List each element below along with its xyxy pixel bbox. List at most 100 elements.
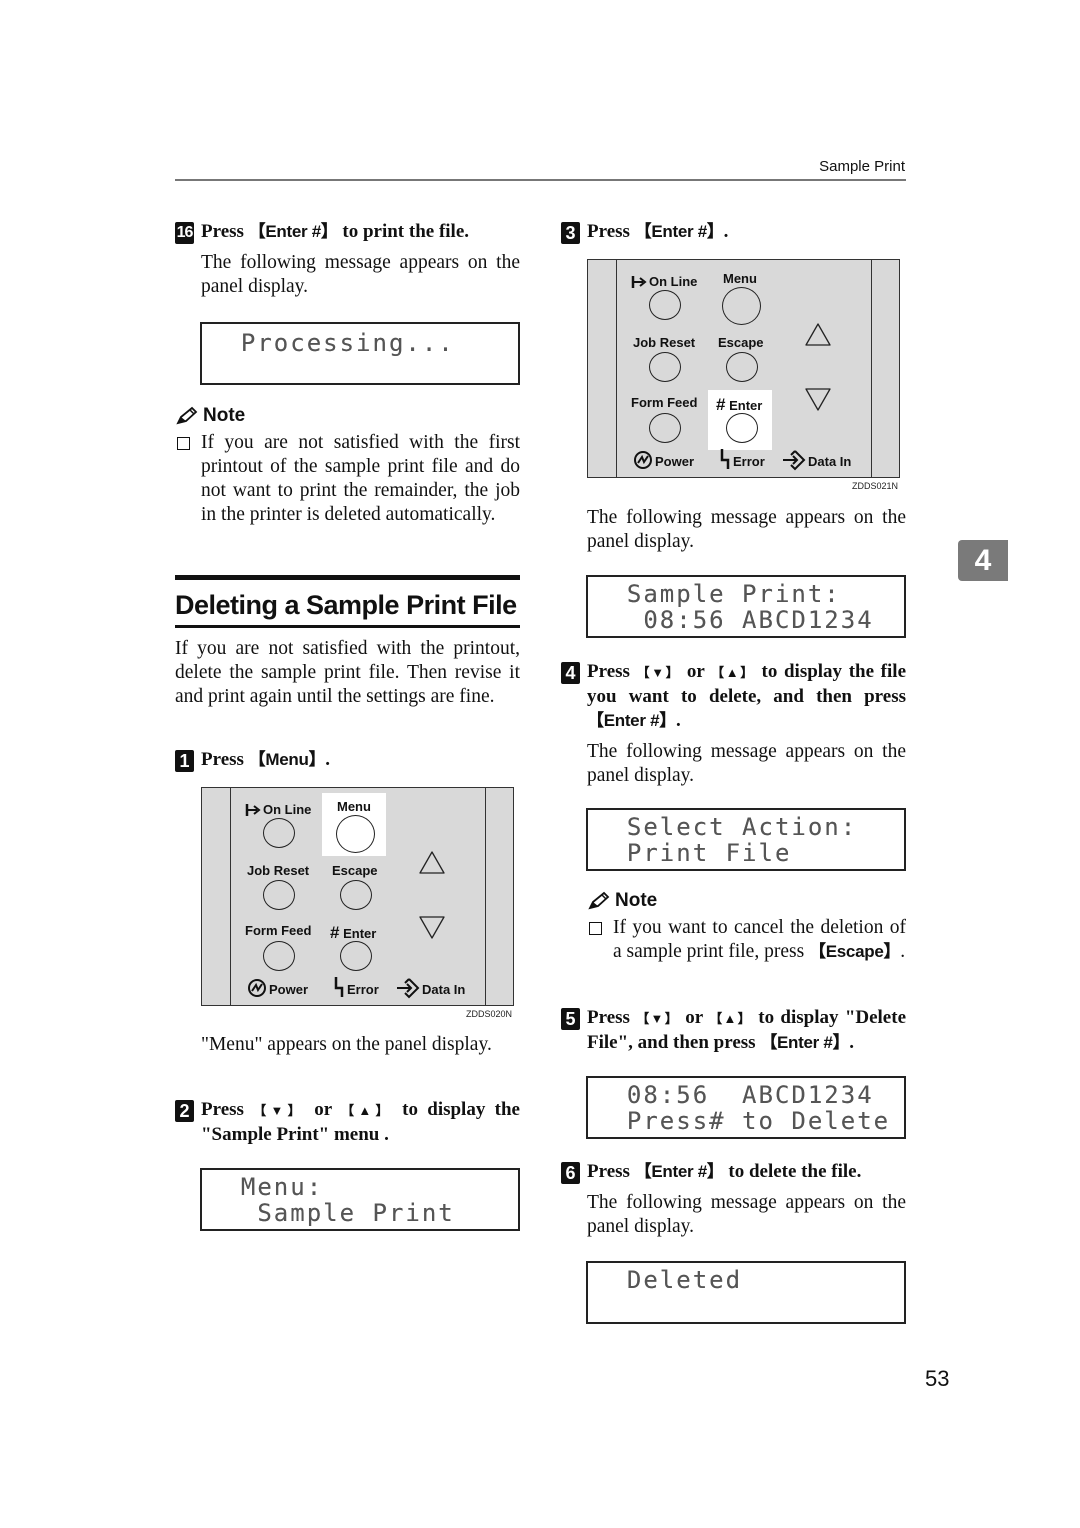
- error-icon: [334, 977, 344, 997]
- enter-button: [340, 941, 372, 971]
- up-arrow-icon: [805, 323, 831, 346]
- lcd-deleted: Deleted: [586, 1261, 906, 1324]
- lcd-line: Deleted: [594, 1266, 743, 1294]
- data-in-icon: [783, 450, 806, 471]
- online-button: [649, 290, 681, 320]
- key-menu: Menu: [249, 750, 326, 769]
- down-arrow-icon: [419, 916, 445, 939]
- step-16: 16 Press Enter # to print the file. The …: [175, 220, 520, 299]
- menu-button: [336, 815, 375, 853]
- step-5-instruction: 5 Press ▼ or ▲ to display "Delete File",…: [561, 1006, 906, 1055]
- note-heading: Note: [175, 405, 520, 427]
- up-arrow-icon: [419, 851, 445, 874]
- enter-button: [726, 413, 758, 443]
- lcd-line: Sample Print: [208, 1199, 455, 1227]
- step-6-body: The following message appears on the pan…: [587, 1192, 906, 1237]
- step-number: 3: [561, 222, 580, 244]
- step-3-instruction: 3 Press Enter #.: [561, 220, 906, 244]
- step-4-body: The following message appears on the pan…: [587, 741, 906, 786]
- running-head: Sample Print: [819, 158, 905, 175]
- label-job-reset: Job Reset: [633, 335, 696, 350]
- step-number: 16: [175, 222, 194, 244]
- online-arrow-icon: [631, 276, 647, 288]
- label-data-in: Data In: [422, 982, 466, 997]
- label-power: Power: [655, 454, 695, 469]
- step-4-instruction: 4 Press ▼ or ▲ to display the file you w…: [561, 660, 906, 733]
- step-6-instruction: 6 Press Enter # to delete the file.: [561, 1160, 906, 1184]
- step-2: 2 Press ▼ or ▲ to display the "Sample Pr…: [175, 1098, 520, 1147]
- form-feed-button: [263, 941, 295, 971]
- label-data-in: Data In: [808, 454, 852, 469]
- section-rule-bottom: [175, 625, 520, 628]
- hash-icon: #: [330, 923, 340, 942]
- pencil-icon: [588, 891, 610, 910]
- key-up: ▲: [341, 1103, 393, 1118]
- key-down: ▼: [253, 1103, 305, 1118]
- section-header: Deleting a Sample Print File: [175, 575, 520, 628]
- down-arrow-icon: [805, 388, 831, 411]
- lcd-line: 08:56 ABCD1234: [594, 606, 874, 634]
- label-enter: # Enter: [716, 395, 763, 414]
- pencil-icon: [176, 406, 198, 425]
- key-up: ▲: [709, 1011, 752, 1026]
- note-2: Note If you want to cancel the deletion …: [561, 890, 906, 964]
- lcd-line: 08:56 ABCD1234: [594, 1081, 874, 1109]
- job-reset-button: [649, 352, 681, 382]
- step-2-instruction: 2 Press ▼ or ▲ to display the "Sample Pr…: [175, 1098, 520, 1147]
- label-menu: Menu: [337, 799, 371, 814]
- lcd-press-to-delete: 08:56 ABCD1234 Press# to Delete: [586, 1076, 906, 1139]
- key-up: ▲: [711, 665, 755, 680]
- key-enter: Enter #: [587, 711, 676, 730]
- note-1: Note If you are not satisfied with the f…: [175, 405, 520, 527]
- online-button: [263, 818, 295, 848]
- note-item: If you want to cancel the deletion of a …: [587, 916, 906, 964]
- step-6: 6 Press Enter # to delete the file. The …: [561, 1160, 906, 1239]
- label-error: Error: [733, 454, 765, 469]
- section-title: Deleting a Sample Print File: [175, 590, 517, 620]
- step-5: 5 Press ▼ or ▲ to display "Delete File",…: [561, 1006, 906, 1055]
- control-panel-illustration: On Line Menu Job Reset Escape Form Feed …: [587, 259, 900, 478]
- lcd-processing: Processing...: [200, 322, 520, 385]
- step-number: 6: [561, 1162, 580, 1184]
- online-arrow-icon: [245, 804, 261, 816]
- escape-button: [726, 352, 758, 382]
- label-menu: Menu: [723, 271, 757, 286]
- key-down: ▼: [636, 1011, 679, 1026]
- power-icon: [634, 451, 652, 469]
- key-enter: Enter #: [249, 222, 338, 241]
- figure-code: ZDDS021N: [852, 481, 899, 491]
- job-reset-button: [263, 880, 295, 910]
- note-heading: Note: [561, 890, 906, 912]
- key-escape: Escape: [809, 942, 900, 961]
- label-enter: # Enter: [330, 923, 377, 942]
- label-online: On Line: [263, 802, 312, 817]
- lcd-line: Print File: [594, 839, 792, 867]
- lcd-line: Processing...: [208, 329, 455, 357]
- lcd-line: Select Action:: [594, 813, 858, 841]
- step-number: 2: [175, 1100, 194, 1122]
- label-form-feed: Form Feed: [631, 395, 698, 410]
- key-down: ▼: [637, 665, 681, 680]
- hash-icon: #: [716, 395, 726, 414]
- label-error: Error: [347, 982, 379, 997]
- key-enter: Enter #: [635, 222, 724, 241]
- lcd-line: Press# to Delete: [594, 1107, 891, 1135]
- step-1-body: "Menu" appears on the panel display.: [201, 1034, 492, 1055]
- step-16-instruction: 16 Press Enter # to print the file.: [175, 220, 520, 244]
- step-number: 5: [561, 1008, 580, 1030]
- step-3-body: The following message appears on the pan…: [587, 507, 906, 552]
- lcd-sample-print: Sample Print: 08:56 ABCD1234: [586, 575, 906, 638]
- data-in-icon: [397, 978, 420, 999]
- label-form-feed: Form Feed: [245, 923, 312, 938]
- label-escape: Escape: [332, 863, 378, 878]
- page-number: 53: [925, 1366, 950, 1391]
- key-enter: Enter #: [760, 1033, 849, 1052]
- step-16-body: The following message appears on the pan…: [201, 252, 520, 297]
- figure-code: ZDDS020N: [466, 1009, 513, 1019]
- lcd-line: Sample Print:: [594, 580, 841, 608]
- label-power: Power: [269, 982, 309, 997]
- label-escape: Escape: [718, 335, 764, 350]
- step-number: 4: [561, 662, 580, 684]
- menu-button: [722, 287, 761, 325]
- note-item: If you are not satisfied with the first …: [175, 431, 520, 527]
